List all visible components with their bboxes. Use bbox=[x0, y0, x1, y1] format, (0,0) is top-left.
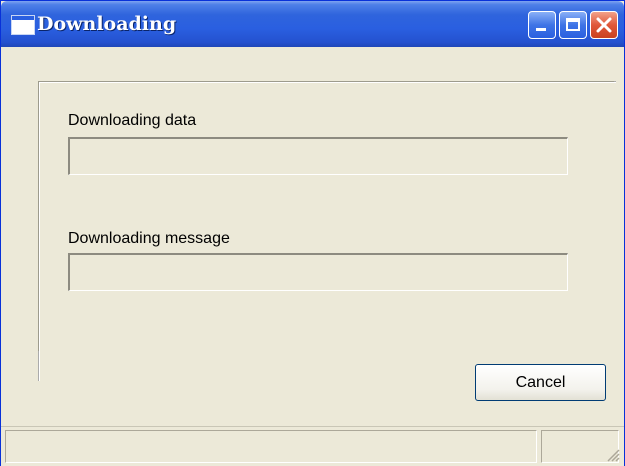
cancel-button[interactable]: Cancel bbox=[475, 364, 606, 401]
message-label: Downloading message bbox=[68, 230, 230, 247]
close-icon bbox=[596, 17, 612, 33]
close-button[interactable] bbox=[590, 11, 618, 39]
status-pane-main bbox=[5, 430, 537, 463]
window-title: Downloading bbox=[37, 13, 177, 35]
data-progress-bar bbox=[68, 137, 568, 175]
minimize-icon bbox=[536, 28, 546, 31]
resize-grip-icon[interactable] bbox=[606, 448, 620, 462]
message-progress-bar bbox=[68, 253, 568, 291]
download-dialog: Downloading Downloading data Downloading… bbox=[0, 0, 625, 466]
minimize-button[interactable] bbox=[528, 11, 556, 39]
data-label: Downloading data bbox=[68, 112, 197, 129]
app-window-icon bbox=[11, 15, 35, 35]
maximize-icon bbox=[566, 18, 580, 31]
status-bar bbox=[1, 426, 624, 466]
maximize-button[interactable] bbox=[559, 11, 587, 39]
title-bar[interactable]: Downloading bbox=[1, 1, 624, 47]
